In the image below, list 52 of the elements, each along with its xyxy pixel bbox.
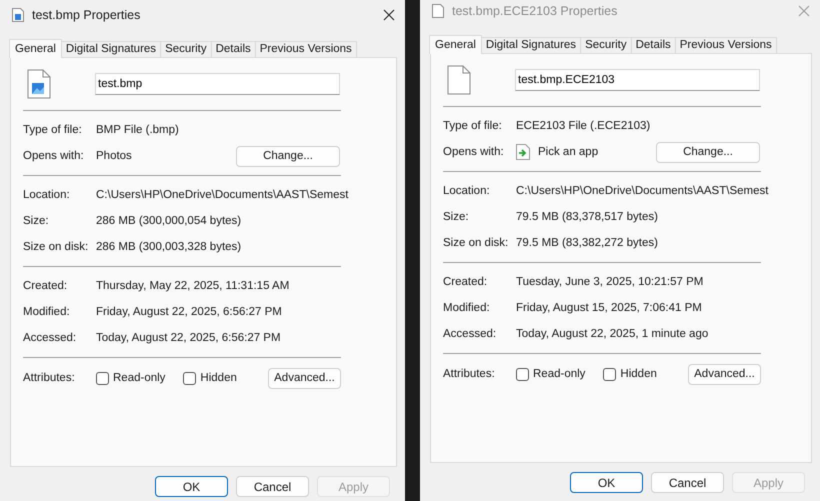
field-label: Accessed: <box>23 332 78 344</box>
advanced-button[interactable]: Advanced... <box>268 368 341 388</box>
tab[interactable]: Previous Versions <box>254 41 357 57</box>
field-value: C:\Users\HP\OneDrive\Documents\AAST\Semest <box>516 185 768 197</box>
field-label: Attributes: <box>23 372 76 384</box>
field-value: BMP File (.bmp) <box>96 124 179 136</box>
dialog-button[interactable]: OK <box>155 476 228 497</box>
field-label: Location: <box>23 189 71 201</box>
field-value: Thursday, May 22, 2025, 11:31:15 AM <box>96 280 290 292</box>
change-button[interactable]: Change... <box>236 146 340 166</box>
field-label: Size on disk: <box>23 241 90 253</box>
dialog-button[interactable]: Cancel <box>236 476 309 497</box>
tab[interactable]: Security <box>160 41 212 57</box>
field-label: Modified: <box>23 306 71 318</box>
field-label: Created: <box>23 280 68 292</box>
close-icon[interactable] <box>383 9 395 21</box>
field-label: Opens with: <box>23 150 85 162</box>
field-label: Accessed: <box>443 328 498 340</box>
field-label: Size: <box>23 215 50 227</box>
field-value: Friday, August 15, 2025, 7:06:41 PM <box>516 302 702 314</box>
field-value: 79.5 MB (83,378,517 bytes) <box>516 211 658 223</box>
field-value: Pick an app <box>538 146 598 158</box>
image-file-icon <box>27 69 51 99</box>
field-value: Photos <box>96 150 132 162</box>
field-label: Modified: <box>443 302 491 314</box>
field-value: Today, August 22, 2025, 6:56:27 PM <box>96 332 281 344</box>
tab[interactable]: General <box>9 39 62 58</box>
field-label: Type of file: <box>443 120 503 132</box>
field-value: 286 MB (300,003,328 bytes) <box>96 241 242 253</box>
field-label: Size on disk: <box>443 237 510 249</box>
checkbox[interactable]: Read-only <box>96 372 166 384</box>
image-file-icon <box>12 8 24 22</box>
file-icon <box>432 4 444 18</box>
field-value: Friday, August 22, 2025, 6:56:27 PM <box>96 306 282 318</box>
file-name-field[interactable]: test.bmp <box>95 73 340 95</box>
field-label: Location: <box>443 185 491 197</box>
field-label: Attributes: <box>443 368 496 380</box>
checkbox[interactable]: Hidden <box>183 372 237 384</box>
field-value: Today, August 22, 2025, 1 minute ago <box>516 328 708 340</box>
field-label: Size: <box>443 211 470 223</box>
field-value: 79.5 MB (83,382,272 bytes) <box>516 237 658 249</box>
field-value: ECE2103 File (.ECE2103) <box>516 120 650 132</box>
field-value: C:\Users\HP\OneDrive\Documents\AAST\Semest <box>96 189 348 201</box>
field-label: Opens with: <box>443 146 505 158</box>
field-value: Tuesday, June 3, 2025, 10:21:57 PM <box>516 276 704 288</box>
tab[interactable]: Digital Signatures <box>60 41 162 57</box>
field-label: Type of file: <box>23 124 83 136</box>
file-icon <box>447 65 471 95</box>
field-value: 286 MB (300,000,054 bytes) <box>96 215 242 227</box>
window-title: test.bmp.ECE2103 Properties <box>452 4 618 18</box>
field-label: Created: <box>443 276 488 288</box>
window-title: test.bmp Properties <box>32 8 142 22</box>
